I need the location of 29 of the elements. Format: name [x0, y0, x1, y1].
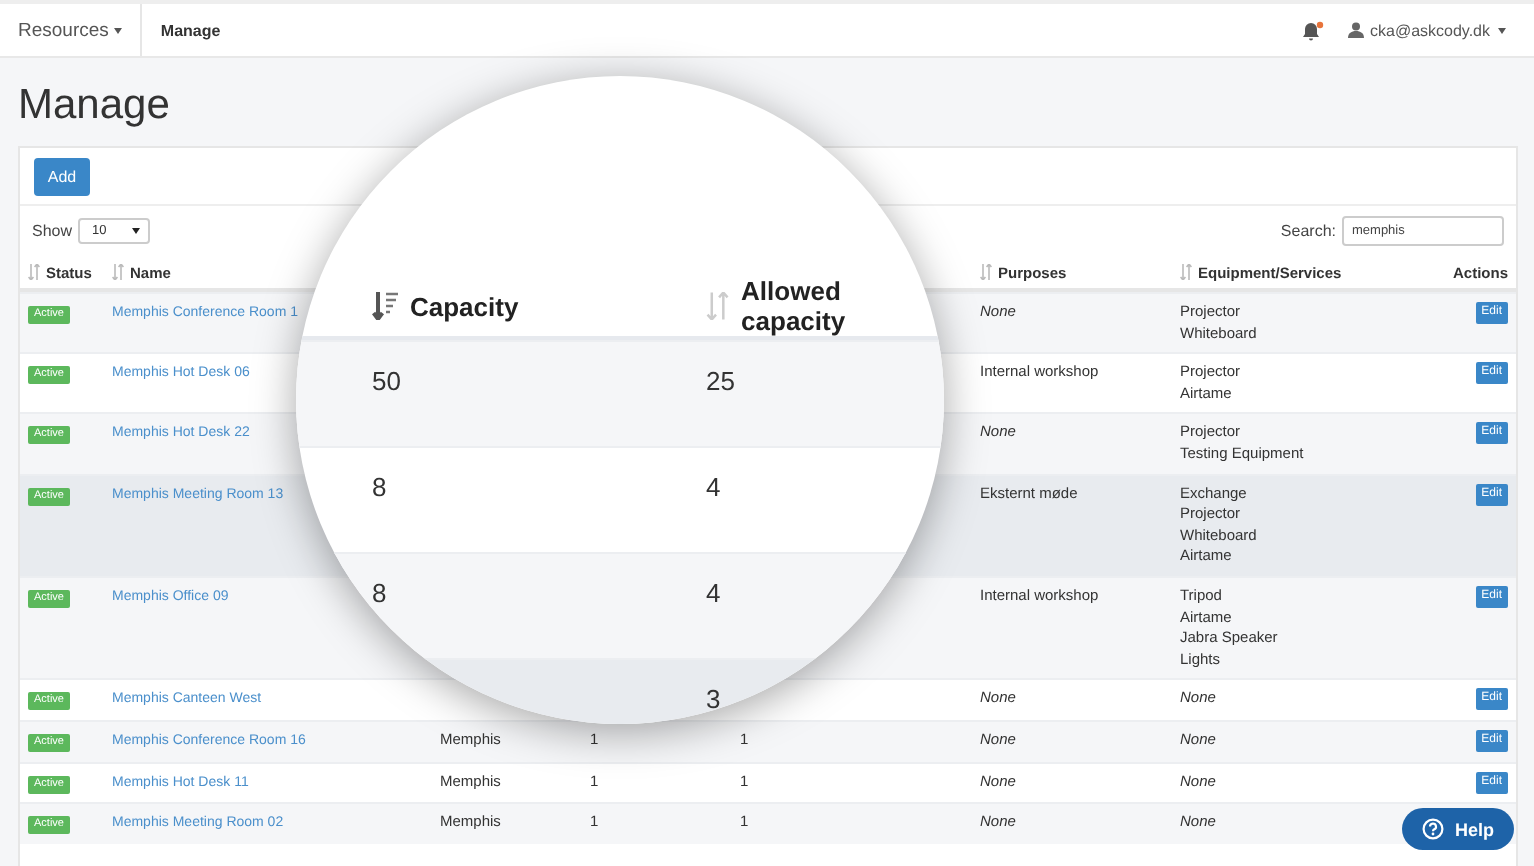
user-icon — [1348, 22, 1364, 38]
search-label: Search: — [1280, 222, 1336, 240]
table-cell: 4 — [706, 578, 721, 608]
page-title: Manage — [16, 80, 172, 132]
table-cell: 8 — [372, 578, 387, 608]
column-header[interactable]: Allowed capacity — [741, 276, 944, 336]
table-cell: 50 — [372, 366, 401, 396]
sort-icon[interactable] — [28, 264, 40, 280]
nav-link[interactable]: Manage — [142, 21, 239, 39]
sort-icon[interactable] — [706, 292, 730, 320]
table-cell: 3 — [706, 684, 721, 714]
add-button[interactable]: Add — [34, 158, 90, 196]
bell-icon[interactable] — [1302, 19, 1324, 41]
show-label: Show — [32, 222, 73, 240]
caret-icon — [132, 228, 141, 234]
help-button[interactable]: Help — [1402, 808, 1514, 850]
caret-icon — [114, 27, 123, 33]
sort-icon[interactable] — [1180, 264, 1192, 280]
sort-icon[interactable] — [112, 264, 124, 280]
table-cell: 25 — [706, 366, 735, 396]
question-icon — [1422, 818, 1445, 840]
sort-descending-icon[interactable] — [372, 292, 398, 320]
user-menu[interactable]: cka@askcody.dk — [1348, 21, 1506, 39]
sort-icon[interactable] — [980, 264, 992, 280]
caret-icon — [1498, 27, 1506, 33]
table-cell: 8 — [372, 472, 387, 502]
resources-menu[interactable]: Resources — [0, 4, 143, 56]
table-cell: 4 — [706, 472, 721, 502]
column-header[interactable]: Capacity — [410, 291, 519, 321]
